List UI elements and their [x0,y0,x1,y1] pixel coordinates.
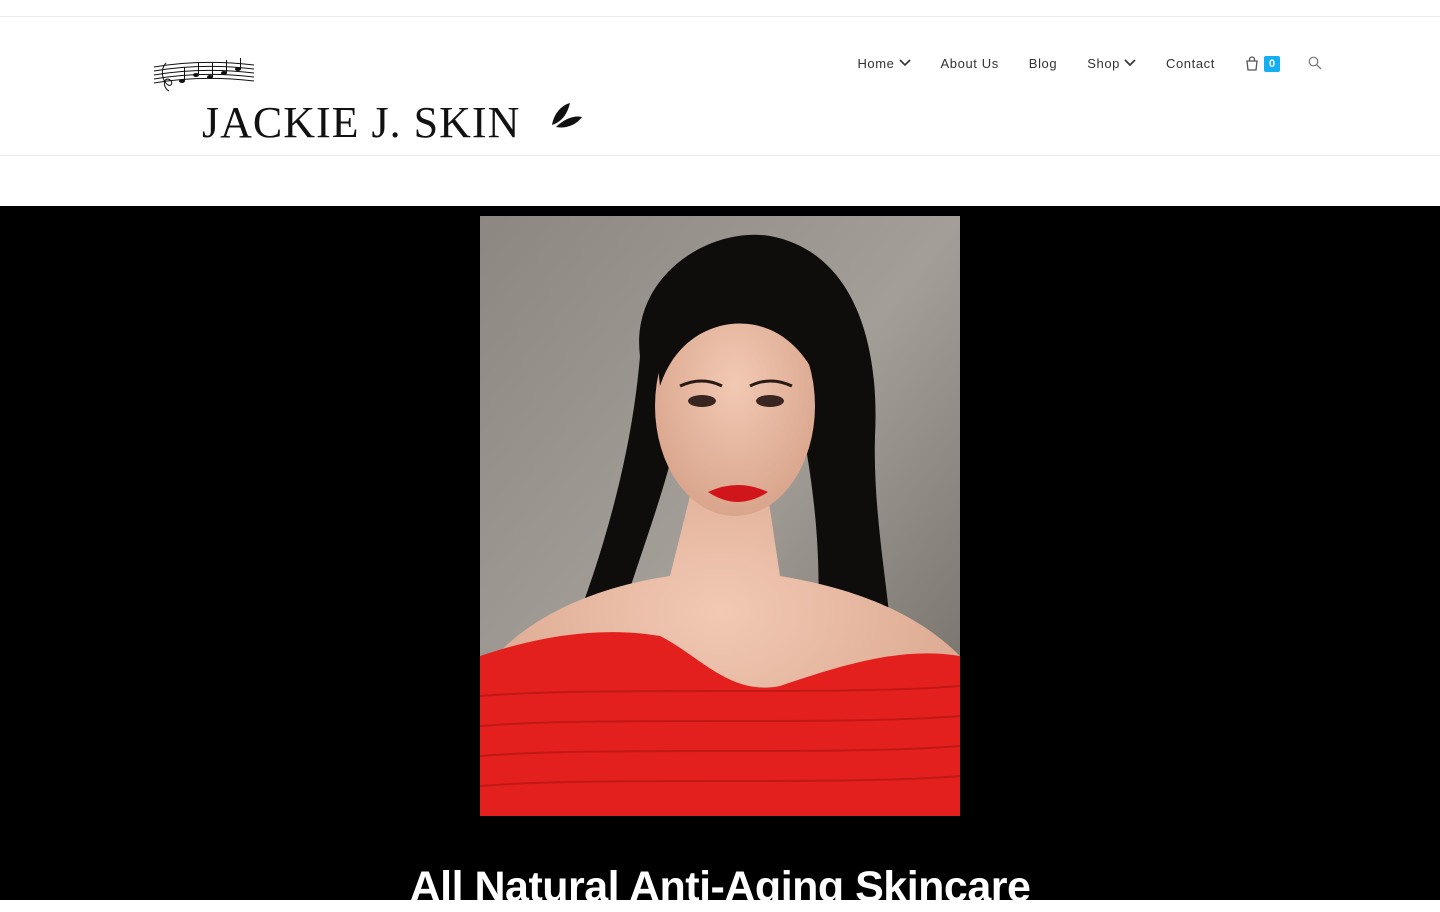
search-icon [1308,56,1322,70]
hero-portrait-image [480,216,960,816]
leaf-icon [552,103,582,128]
cart-count-badge: 0 [1264,56,1280,72]
nav-item-home[interactable]: Home [842,53,925,73]
chevron-down-icon [1124,59,1136,67]
nav-item-label: Contact [1165,55,1215,71]
cart-button[interactable]: 0 [1230,54,1294,72]
nav-item-label: Shop [1087,55,1120,71]
site-logo[interactable]: JACKIE J. SKIN [152,57,592,152]
nav-item-shop[interactable]: Shop [1072,53,1151,73]
site-header: JACKIE J. SKIN Home About Us Blog Shop C… [0,17,1440,156]
search-button[interactable] [1294,56,1322,70]
nav-item-blog[interactable]: Blog [1014,53,1072,73]
nav-item-contact[interactable]: Contact [1151,53,1230,73]
nav-item-label: About Us [940,55,999,71]
nav-item-label: Blog [1028,55,1058,71]
hero-title: All Natural Anti-Aging Skincare [409,862,1031,911]
main-nav: Home About Us Blog Shop Contact 0 [842,53,1322,73]
chevron-down-icon [898,59,911,67]
spacer [0,156,1440,206]
logo-text: JACKIE J. SKIN [202,98,521,147]
hero-section: All Natural Anti-Aging Skincare [0,206,1440,911]
nav-item-about-us[interactable]: About Us [926,53,1014,73]
top-bar [0,0,1440,17]
shopping-bag-icon [1246,55,1258,71]
nav-item-label: Home [857,55,895,71]
